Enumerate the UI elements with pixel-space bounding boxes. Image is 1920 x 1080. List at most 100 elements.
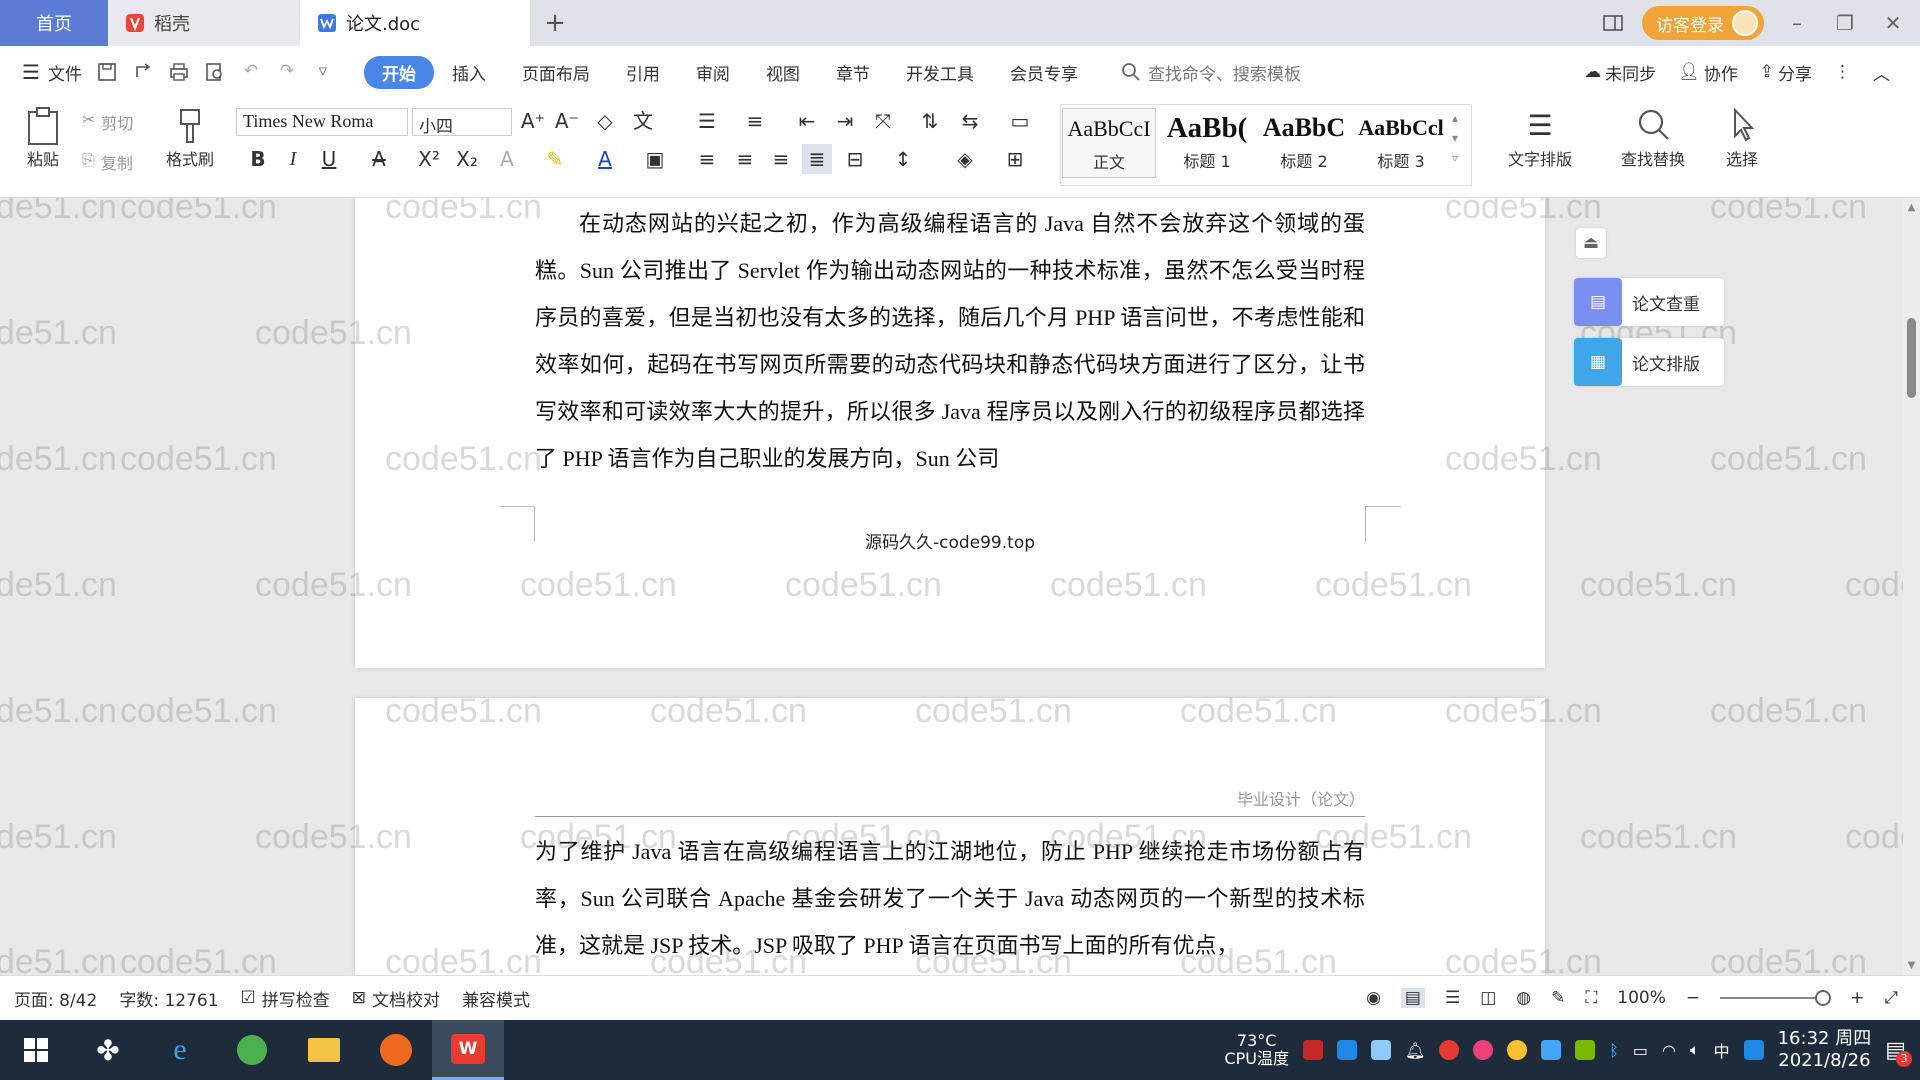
- underline-icon[interactable]: U: [314, 144, 344, 174]
- outline-view-icon[interactable]: ☰: [1445, 988, 1460, 1008]
- word-count[interactable]: 字数: 12761: [119, 986, 218, 1011]
- styles-scroll-icon[interactable]: ▴ ▾ ▿: [1452, 108, 1458, 168]
- decrease-indent-icon[interactable]: ⇤: [792, 106, 822, 136]
- zoom-slider[interactable]: [1720, 990, 1832, 1006]
- taskbar-app-ie[interactable]: e: [144, 1020, 216, 1080]
- grow-font-icon[interactable]: A⁺: [518, 106, 548, 136]
- page-indicator[interactable]: 页面: 8/42: [14, 986, 97, 1011]
- tab-document[interactable]: 论文.doc: [300, 0, 530, 46]
- paper-check-button[interactable]: ▤ 论文查重: [1574, 278, 1724, 326]
- subscript-icon[interactable]: X₂: [452, 144, 482, 174]
- collapse-ribbon-icon[interactable]: ︿: [1873, 60, 1890, 85]
- scroll-up-icon[interactable]: ▲: [1903, 202, 1920, 213]
- write-view-icon[interactable]: ✎: [1551, 988, 1565, 1008]
- bluetooth-icon[interactable]: ᛒ: [1609, 1041, 1619, 1060]
- tab-review[interactable]: 审阅: [678, 56, 748, 89]
- tray-app-icon[interactable]: [1336, 1040, 1357, 1060]
- zoom-in-icon[interactable]: +: [1850, 988, 1864, 1008]
- format-painter-button[interactable]: 格式刷: [160, 106, 220, 170]
- taskbar-app-explorer[interactable]: [288, 1020, 360, 1080]
- text-effect-icon[interactable]: A: [492, 144, 522, 174]
- shading-icon[interactable]: ◈: [950, 144, 980, 174]
- select-button[interactable]: 选择: [1712, 106, 1772, 170]
- highlight-icon[interactable]: ✎: [540, 144, 570, 174]
- paste-button[interactable]: 粘贴: [18, 106, 68, 170]
- save-icon[interactable]: [96, 61, 118, 83]
- align-left-icon[interactable]: ≡: [692, 144, 722, 174]
- panel-collapse-button[interactable]: ⏏: [1576, 228, 1606, 258]
- text-layout-button[interactable]: ☰ 文字排版: [1495, 106, 1585, 170]
- volume-icon[interactable]: 🔈︎: [1690, 1040, 1700, 1060]
- window-layout-icon[interactable]: [1602, 12, 1624, 34]
- more-icon[interactable]: ⋮: [1834, 62, 1851, 82]
- battery-icon[interactable]: ▭: [1633, 1041, 1648, 1060]
- tray-app-icon[interactable]: [1302, 1040, 1323, 1060]
- taskbar-app-browser[interactable]: [216, 1020, 288, 1080]
- tab-insert[interactable]: 插入: [434, 56, 504, 89]
- scroll-down-icon[interactable]: ▼: [1903, 960, 1920, 971]
- strikethrough-icon[interactable]: A: [364, 144, 394, 174]
- visitor-login-button[interactable]: 访客登录: [1642, 6, 1764, 40]
- fullscreen-icon[interactable]: ⤢: [1884, 988, 1898, 1008]
- collab-button[interactable]: 👤︎ 协作: [1678, 60, 1738, 85]
- spell-check-button[interactable]: ☑ 拼写检查: [241, 986, 330, 1011]
- chevron-down-icon[interactable]: ▿: [312, 61, 334, 83]
- justify-icon[interactable]: ≣: [802, 144, 832, 174]
- doc-proof-button[interactable]: ⊠ 文档校对: [352, 986, 440, 1011]
- web-view-icon[interactable]: ◍: [1516, 988, 1531, 1008]
- zoom-out-icon[interactable]: −: [1686, 988, 1700, 1008]
- tab-view[interactable]: 视图: [748, 56, 818, 89]
- tab-developer[interactable]: 开发工具: [888, 56, 992, 89]
- zoom-level[interactable]: 100%: [1617, 988, 1666, 1008]
- body-paragraph[interactable]: 在动态网站的兴起之初，作为高级编程语言的 Java 自然不会放弃这个领域的蛋糕。…: [535, 200, 1365, 482]
- font-name-select[interactable]: Times New Roma: [236, 108, 408, 136]
- bell-icon[interactable]: 🔔︎: [1405, 1041, 1425, 1060]
- italic-icon[interactable]: I: [278, 144, 308, 174]
- phonetic-icon[interactable]: 文: [628, 106, 658, 136]
- tab-start[interactable]: 开始: [363, 55, 434, 89]
- wifi-icon[interactable]: ◠: [1662, 1041, 1676, 1060]
- tab-references[interactable]: 引用: [608, 56, 678, 89]
- zoom-slider-knob[interactable]: [1815, 990, 1832, 1006]
- tray-app-icon[interactable]: [1507, 1040, 1528, 1060]
- fit-page-icon[interactable]: ⛶: [1585, 988, 1597, 1008]
- body-paragraph[interactable]: 为了维护 Java 语言在高级编程语言上的江湖地位，防止 PHP 继续抢走市场份…: [535, 828, 1365, 969]
- tab-page-layout[interactable]: 页面布局: [504, 56, 608, 89]
- start-button[interactable]: [0, 1020, 72, 1080]
- cut-button[interactable]: ✂ 剪切: [82, 110, 133, 134]
- bold-icon[interactable]: B: [243, 144, 273, 174]
- numbered-list-icon[interactable]: ≡: [740, 106, 770, 136]
- shrink-font-icon[interactable]: A⁻: [552, 106, 582, 136]
- notification-center[interactable]: ▤ 3: [1885, 1038, 1912, 1067]
- style-heading-3[interactable]: AaBbCcl 标题 3: [1354, 108, 1448, 178]
- bullet-list-icon[interactable]: ☰: [692, 106, 722, 136]
- document-page[interactable]: 毕业设计（论文） 为了维护 Java 语言在高级编程语言上的江湖地位，防止 PH…: [355, 698, 1545, 975]
- chinese-layout-icon[interactable]: ⤧: [868, 106, 898, 136]
- style-heading-2[interactable]: AaBbC 标题 2: [1257, 108, 1351, 178]
- taskbar-app-game[interactable]: [360, 1020, 432, 1080]
- reading-view-icon[interactable]: ◫: [1480, 988, 1496, 1008]
- vertical-scrollbar[interactable]: ▲ ▼: [1903, 198, 1920, 975]
- borders-icon[interactable]: ⊞: [1000, 144, 1030, 174]
- taskbar-app-pinwheel[interactable]: ✤: [72, 1020, 144, 1080]
- paper-layout-button[interactable]: ▦ 论文排版: [1574, 338, 1724, 386]
- eye-protect-icon[interactable]: ◉: [1366, 988, 1381, 1008]
- nvidia-icon[interactable]: [1575, 1040, 1596, 1060]
- print-icon[interactable]: [168, 61, 190, 83]
- tray-app-icon[interactable]: [1473, 1040, 1494, 1060]
- cpu-temp[interactable]: 73°C CPU温度: [1224, 1032, 1289, 1068]
- tray-app-icon[interactable]: [1439, 1040, 1460, 1060]
- distribute-icon[interactable]: ⊟: [840, 144, 870, 174]
- align-center-icon[interactable]: ≡: [730, 144, 760, 174]
- minimize-icon[interactable]: –: [1782, 11, 1812, 35]
- style-heading-1[interactable]: AaBb(标题 1: [1160, 108, 1254, 178]
- file-menu[interactable]: ☰ 文件: [22, 60, 82, 85]
- sync-button[interactable]: ☁ 未同步: [1584, 60, 1656, 85]
- restore-icon[interactable]: ❐: [1830, 11, 1860, 35]
- tab-daoke[interactable]: 稻壳: [108, 0, 300, 46]
- line-spacing-icon[interactable]: ↕: [888, 144, 918, 174]
- superscript-icon[interactable]: X²: [414, 144, 444, 174]
- input-method[interactable]: 中: [1714, 1038, 1730, 1062]
- taskbar-app-wps[interactable]: W: [432, 1020, 504, 1080]
- qq-icon[interactable]: [1743, 1040, 1764, 1060]
